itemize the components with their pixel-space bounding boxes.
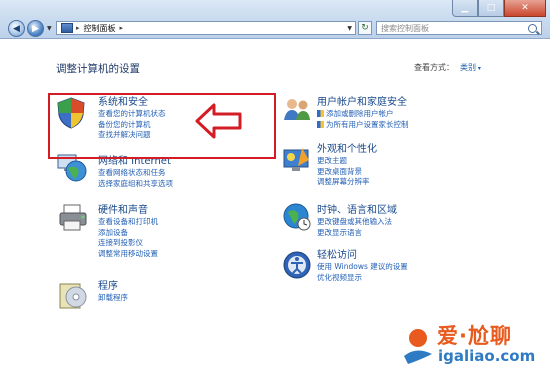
search-input[interactable]: 搜索控制面板 [376, 21, 542, 35]
history-dropdown-icon[interactable]: ▼ [47, 25, 52, 32]
category-link[interactable]: 调整常用移动设置 [98, 249, 158, 260]
category-link[interactable]: 选择家庭组和共享选项 [98, 179, 173, 190]
category-link[interactable]: 更改显示语言 [317, 228, 397, 239]
category-link[interactable]: 调整屏幕分辨率 [317, 177, 377, 188]
category-title[interactable]: 外观和个性化 [317, 144, 377, 156]
category-link[interactable]: 使用 Windows 建议的设置 [317, 262, 408, 273]
clock-globe-icon [283, 203, 311, 231]
category-network-internet: 网络和 Internet 查看网络状态和任务 选择家庭组和共享选项 [98, 156, 173, 189]
category-clock-language: 时钟、语言和区域 更改键盘或其他输入法 更改显示语言 [317, 205, 397, 238]
maximize-button[interactable]: □ [478, 0, 504, 17]
window-controls: ▁ □ ✕ [452, 0, 546, 17]
address-bar[interactable]: ▸ 控制面板 ▸ ▼ [56, 21, 356, 35]
category-link[interactable]: 连接到投影仪 [98, 238, 158, 249]
breadcrumb-separator-icon[interactable]: ▸ [76, 24, 80, 32]
breadcrumb-separator-icon[interactable]: ▸ [120, 24, 124, 32]
minimize-button[interactable]: ▁ [452, 0, 478, 17]
programs-disc-icon [59, 283, 87, 309]
search-placeholder: 搜索控制面板 [381, 23, 429, 33]
window-titlebar: ▁ □ ✕ ◀ ▶ ▼ ▸ 控制面板 ▸ ▼ ↻ 搜索控制面板 [0, 0, 550, 39]
close-button[interactable]: ✕ [504, 0, 546, 17]
watermark-url: igaliao.com [438, 347, 536, 365]
category-hardware-sound: 硬件和声音 查看设备和打印机 添加设备 连接到投影仪 调整常用移动设置 [98, 205, 158, 259]
breadcrumb-control-panel[interactable]: 控制面板 [84, 23, 116, 34]
refresh-icon[interactable]: ↻ [358, 21, 372, 35]
category-link[interactable]: 查看设备和打印机 [98, 217, 158, 228]
category-title[interactable]: 时钟、语言和区域 [317, 205, 397, 217]
forward-icon[interactable]: ▶ [27, 20, 44, 37]
users-icon [284, 99, 310, 120]
search-icon[interactable] [528, 23, 537, 33]
red-arrow-icon [195, 103, 242, 139]
control-panel-icon [61, 23, 73, 33]
category-link[interactable]: 更改桌面背景 [317, 167, 377, 178]
watermark-title: 爱·尬聊 [437, 324, 512, 348]
category-appearance: 外观和个性化 更改主题 更改桌面背景 调整屏幕分辨率 [317, 144, 377, 188]
category-ease-of-access: 轻松访问 使用 Windows 建议的设置 优化视频显示 [317, 250, 408, 283]
category-link[interactable]: 为所有用户设置家长控制 [317, 120, 409, 131]
category-title[interactable]: 硬件和声音 [98, 205, 158, 217]
address-dropdown-icon[interactable]: ▼ [347, 25, 352, 32]
category-title[interactable]: 用户帐户和家庭安全 [317, 97, 409, 109]
category-title[interactable]: 轻松访问 [317, 250, 408, 262]
view-by-dropdown[interactable]: 类别 [460, 62, 481, 73]
back-icon[interactable]: ◀ [8, 20, 25, 37]
appearance-icon [283, 148, 309, 171]
navigation-buttons: ◀ ▶ ▼ [8, 20, 52, 37]
category-title[interactable]: 程序 [98, 281, 128, 293]
category-user-accounts: 用户帐户和家庭安全 添加或删除用户帐户 为所有用户设置家长控制 [317, 97, 409, 130]
category-programs: 程序 卸载程序 [98, 281, 128, 304]
page-title: 调整计算机的设置 [56, 63, 140, 75]
category-link[interactable]: 查看网络状态和任务 [98, 168, 173, 179]
category-link[interactable]: 更改键盘或其他输入法 [317, 217, 397, 228]
category-link[interactable]: 更改主题 [317, 156, 377, 167]
accessibility-icon [283, 251, 311, 279]
view-by-label: 查看方式： [414, 63, 454, 72]
category-link[interactable]: 添加或删除用户帐户 [317, 109, 409, 120]
printer-icon [59, 204, 87, 231]
category-link[interactable]: 卸载程序 [98, 293, 128, 304]
category-link[interactable]: 优化视频显示 [317, 273, 408, 284]
category-link[interactable]: 添加设备 [98, 228, 158, 239]
